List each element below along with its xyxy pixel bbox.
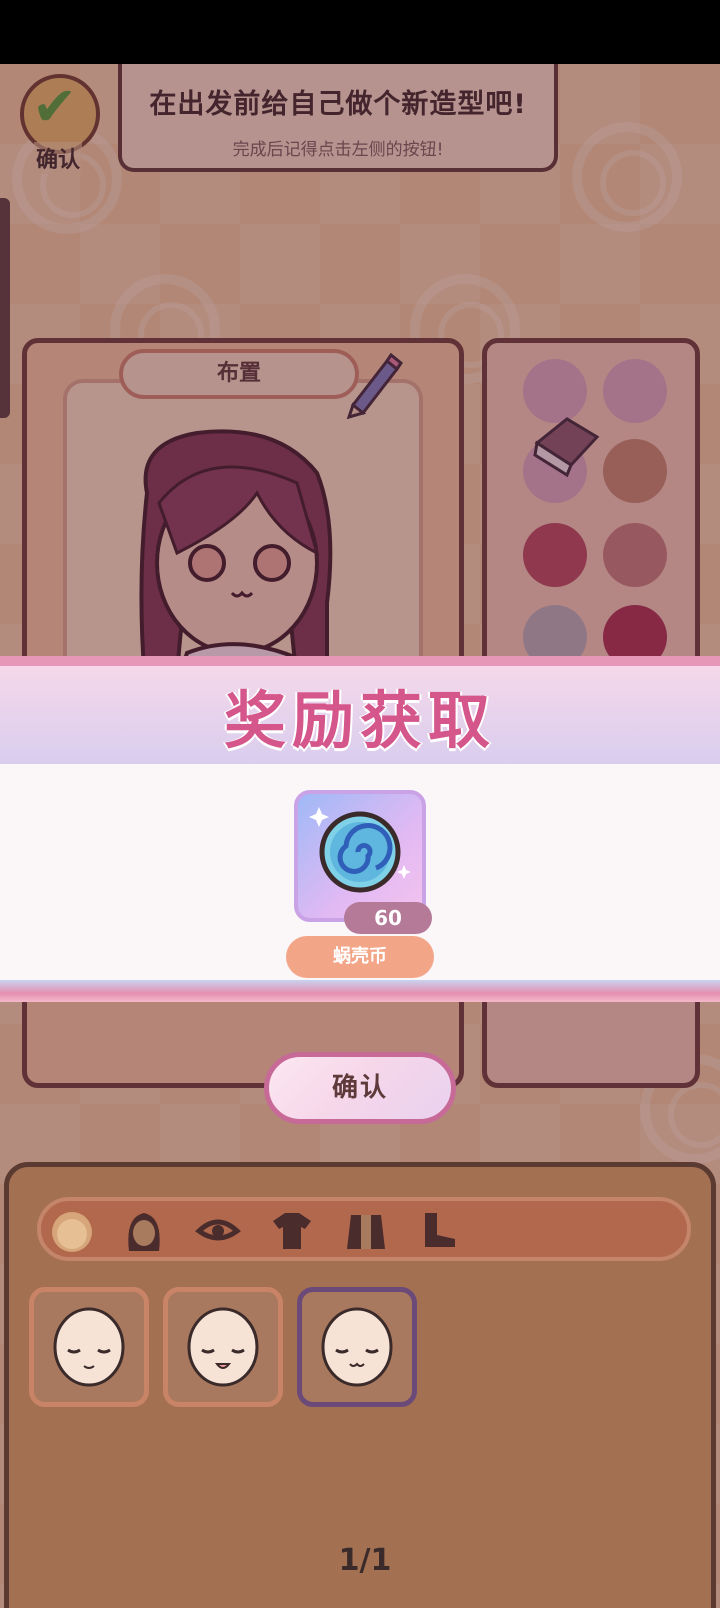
snail-coin-icon bbox=[309, 807, 411, 893]
reward-title: 奖励获取 bbox=[223, 684, 496, 757]
eyes-icon[interactable] bbox=[193, 1207, 243, 1253]
outfit-icon[interactable] bbox=[341, 1207, 391, 1253]
face-preview bbox=[321, 1307, 393, 1387]
face-option-selected[interactable] bbox=[297, 1287, 417, 1407]
hair-icon[interactable] bbox=[119, 1207, 169, 1253]
reward-item-name: 蜗壳币 bbox=[286, 936, 434, 978]
reward-body: 60 蜗壳币 bbox=[0, 764, 720, 988]
reward-bottom-border bbox=[0, 980, 720, 1002]
face-option[interactable] bbox=[29, 1287, 149, 1407]
reward-popup: 奖励获取 60 蜗壳币 bbox=[0, 656, 720, 1002]
face-preview bbox=[53, 1307, 125, 1387]
face-icon[interactable] bbox=[47, 1207, 97, 1253]
top-icon[interactable] bbox=[267, 1207, 317, 1253]
customize-drawer: 1/1 bbox=[4, 1162, 716, 1608]
game-screen: ✔ 确认 在出发前给自己做个新造型吧! 完成后记得点击左侧的按钮! 布置 奖励获… bbox=[0, 64, 720, 1608]
page-indicator: 1/1 bbox=[338, 1543, 392, 1578]
category-tabs bbox=[37, 1197, 691, 1261]
face-preview bbox=[187, 1307, 259, 1387]
confirm-button[interactable]: 确认 bbox=[264, 1052, 456, 1124]
status-bar bbox=[0, 0, 720, 64]
shoes-icon[interactable] bbox=[413, 1207, 463, 1253]
reward-item-count: 60 bbox=[344, 902, 432, 934]
face-option[interactable] bbox=[163, 1287, 283, 1407]
